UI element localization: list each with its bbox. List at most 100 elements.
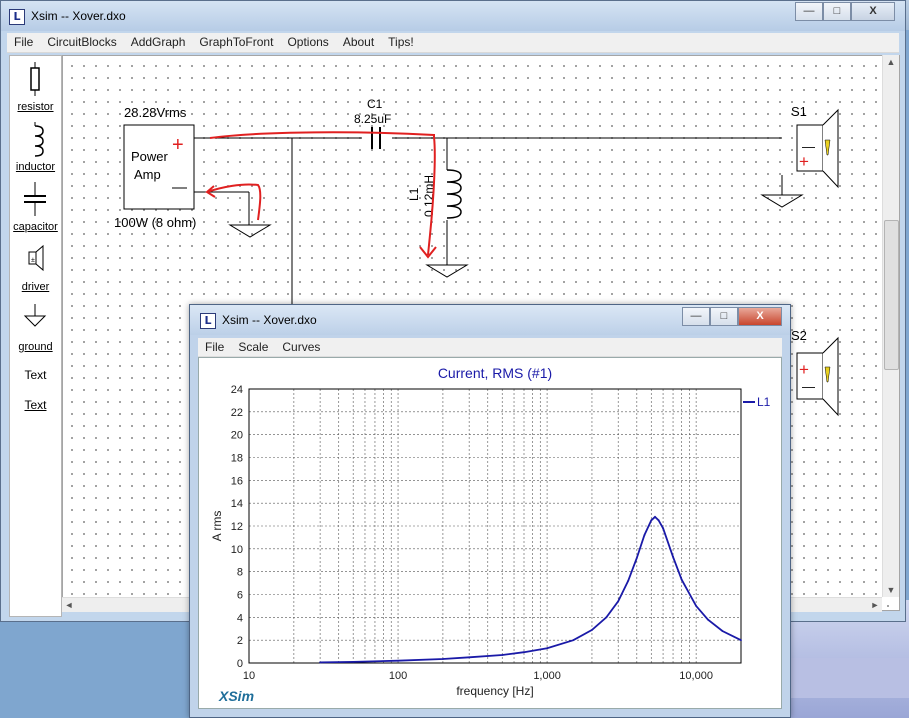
main-window-title: Xsim -- Xover.dxo <box>31 9 126 23</box>
y-tick-label: 0 <box>237 658 243 670</box>
graph-title-bar[interactable]: L Xsim -- Xover.dxo — □ X <box>190 305 790 335</box>
palette-inductor[interactable]: inductor <box>10 122 61 173</box>
data-point <box>627 579 630 582</box>
vertical-scroll-thumb[interactable] <box>884 220 899 370</box>
amp-minus-sign: — <box>172 179 187 196</box>
graph-window-title: Xsim -- Xover.dxo <box>222 313 317 327</box>
capacitor-name[interactable]: C1 <box>367 97 383 111</box>
scroll-right-arrow-icon[interactable]: ► <box>868 598 882 612</box>
graph-menu-curves[interactable]: Curves <box>275 338 327 356</box>
vertical-scrollbar[interactable]: ▲ ▼ <box>882 55 899 597</box>
speaker-s1-cone <box>822 108 839 189</box>
data-point <box>680 578 683 581</box>
data-point <box>605 616 608 619</box>
palette-text-plain[interactable]: Text <box>10 368 61 382</box>
graph-menu-file[interactable]: File <box>198 338 231 356</box>
palette-text-label: Text <box>24 368 47 382</box>
amp-label-2: Amp <box>134 167 161 182</box>
data-point <box>721 630 724 632</box>
palette-resistor-label: resistor <box>17 101 54 113</box>
x-tick-label: 1,000 <box>533 670 561 682</box>
data-point <box>662 527 664 530</box>
palette-driver-label: driver <box>21 281 50 293</box>
data-point <box>523 651 525 654</box>
capacitor-value[interactable]: 8.25uF <box>354 112 391 126</box>
y-tick-label: 6 <box>237 590 243 602</box>
inductor-icon <box>34 122 44 157</box>
graph-close-button[interactable]: X <box>738 307 782 326</box>
y-tick-label: 8 <box>237 567 243 579</box>
x-tick-label: 10,000 <box>679 670 713 682</box>
close-button[interactable]: X <box>851 2 895 21</box>
data-point <box>468 656 471 659</box>
current-path-annotation-forward <box>209 131 437 259</box>
chart-title: Current, RMS (#1) <box>438 365 552 381</box>
data-point <box>657 519 660 522</box>
data-point <box>442 658 444 660</box>
data-point <box>635 557 638 559</box>
source-voltage-label[interactable]: 28.28Vrms <box>124 105 187 120</box>
palette-ground[interactable]: ground <box>10 302 61 353</box>
palette-text-underlined-label: Text <box>24 398 47 412</box>
inductor-name[interactable]: L1 <box>407 187 421 201</box>
menu-about[interactable]: About <box>336 33 381 52</box>
component-palette: resistor inductor capacitor ± driver gro… <box>9 55 62 617</box>
graph-minimize-button[interactable]: — <box>682 307 710 326</box>
scroll-down-arrow-icon[interactable]: ▼ <box>884 583 898 597</box>
data-point <box>352 660 355 663</box>
palette-resistor[interactable]: resistor <box>10 62 61 113</box>
s1-ground-symbol[interactable] <box>760 194 804 208</box>
driver-icon: ± <box>28 244 44 272</box>
y-tick-label: 20 <box>231 430 243 442</box>
xsim-brand-logo: XSim <box>219 688 255 704</box>
y-tick-label: 12 <box>231 521 243 533</box>
menu-circuitblocks[interactable]: CircuitBlocks <box>40 33 123 52</box>
palette-driver[interactable]: ± driver <box>10 242 61 293</box>
menu-tips[interactable]: Tips! <box>381 33 421 52</box>
plot-area[interactable]: 0 2 4 6 8 10 12 14 16 18 20 22 24 10 100 1,000 10,000 Cur… <box>198 357 782 709</box>
xsim-app-icon: L <box>9 9 25 25</box>
data-point <box>397 659 399 662</box>
y-tick-label: 10 <box>231 544 243 556</box>
data-point <box>572 639 575 642</box>
amp-rating-label[interactable]: 100W (8 ohm) <box>114 215 196 230</box>
maximize-button[interactable]: □ <box>823 2 851 21</box>
menu-addgraph[interactable]: AddGraph <box>124 33 193 52</box>
graph-app-icon: L <box>200 313 216 329</box>
main-title-bar[interactable]: L Xsim -- Xover.dxo — □ X <box>1 1 905 31</box>
main-menubar: File CircuitBlocks AddGraph GraphToFront… <box>7 33 899 53</box>
data-point <box>643 534 646 537</box>
data-point <box>546 647 548 650</box>
minimize-button[interactable]: — <box>795 2 823 21</box>
y-tick-label: 14 <box>231 498 243 510</box>
speaker-s1-label[interactable]: S1 <box>791 104 807 119</box>
data-point <box>707 618 709 621</box>
resistor-icon <box>30 62 40 96</box>
palette-capacitor-label: capacitor <box>13 221 58 233</box>
speaker-s1-plus: + <box>799 152 809 171</box>
menu-file[interactable]: File <box>7 33 40 52</box>
series-line-l1 <box>320 515 742 664</box>
capacitor-icon <box>24 182 46 216</box>
data-point <box>740 639 742 642</box>
data-point <box>695 605 698 607</box>
menu-options[interactable]: Options <box>280 33 335 52</box>
palette-ground-label: ground <box>18 341 53 353</box>
data-point <box>654 515 656 518</box>
y-tick-label: 18 <box>231 453 243 465</box>
amp-label-1: Power <box>131 149 169 164</box>
palette-text-underlined[interactable]: Text <box>10 398 61 412</box>
graph-maximize-button[interactable]: □ <box>710 307 738 326</box>
speaker-s2-label[interactable]: S2 <box>791 328 807 343</box>
current-chart: 02468101214161820222410 100 1,000 10,000Cur… <box>210 365 771 698</box>
palette-capacitor[interactable]: capacitor <box>10 182 61 233</box>
scroll-up-arrow-icon[interactable]: ▲ <box>884 55 898 69</box>
l1-ground-symbol[interactable] <box>425 264 469 278</box>
menu-graphtofront[interactable]: GraphToFront <box>192 33 280 52</box>
amp-ground-symbol[interactable] <box>228 224 272 238</box>
y-tick-label: 22 <box>231 407 243 419</box>
y-tick-label: 4 <box>237 612 243 624</box>
graph-menu-scale[interactable]: Scale <box>231 338 275 356</box>
data-point <box>319 661 322 664</box>
scroll-left-arrow-icon[interactable]: ◄ <box>62 598 76 612</box>
